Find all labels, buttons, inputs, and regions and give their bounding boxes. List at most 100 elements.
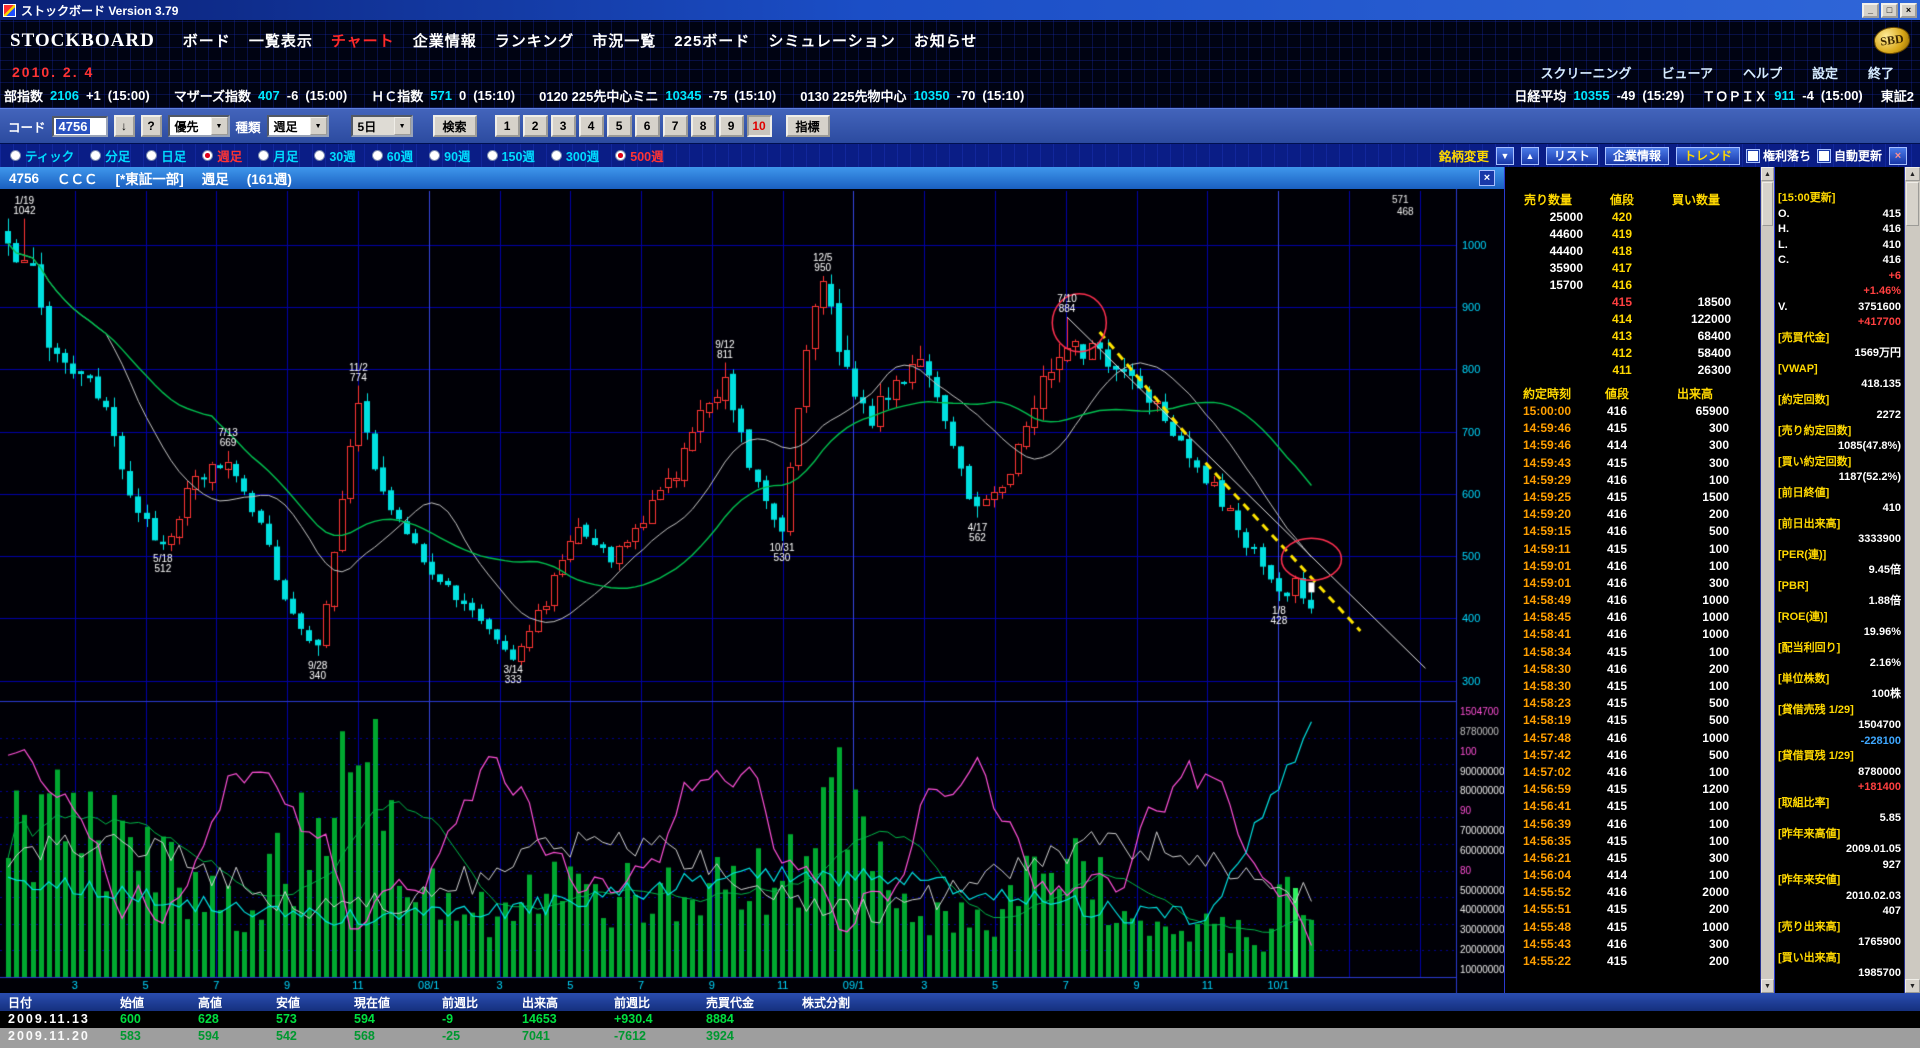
radio-option[interactable]: 60週	[372, 146, 413, 165]
tape-row[interactable]: 14:56:39416100	[1505, 816, 1760, 833]
radio-option[interactable]: 300週	[551, 146, 599, 165]
trend-button[interactable]: トレンド	[1676, 147, 1740, 165]
help-button[interactable]: ?	[141, 115, 162, 137]
tape-row[interactable]: 14:57:02416100	[1505, 764, 1760, 781]
radio-option[interactable]: 30週	[314, 146, 355, 165]
tape-row[interactable]: 14:55:524162000	[1505, 884, 1760, 901]
symbol-down-button[interactable]: ▼	[1496, 147, 1514, 165]
menu-item[interactable]: ランキング	[495, 30, 575, 51]
radio-option[interactable]: 500週	[615, 146, 663, 165]
book-row[interactable]: 41126300	[1505, 362, 1760, 379]
tape-row[interactable]: 14:56:21415300	[1505, 850, 1760, 867]
code-history-button[interactable]: ↓	[114, 115, 135, 137]
tape-row[interactable]: 14:59:46414300	[1505, 437, 1760, 454]
indicator-button[interactable]: 指標	[786, 115, 830, 137]
tape-row[interactable]: 14:59:46415300	[1505, 420, 1760, 437]
scroll-down-icon[interactable]: ▼	[1761, 979, 1774, 993]
code-input[interactable]: 4756	[52, 116, 108, 137]
list-button[interactable]: リスト	[1546, 147, 1598, 165]
tape-row[interactable]: 14:57:484161000	[1505, 730, 1760, 747]
chevron-down-icon[interactable]: ▼	[310, 117, 327, 135]
tape-row[interactable]: 14:55:51415200	[1505, 901, 1760, 918]
page-button-6[interactable]: 6	[635, 115, 660, 137]
menu-item[interactable]: 市況一覧	[592, 30, 656, 51]
radio-option[interactable]: 日足	[146, 146, 186, 165]
radio-option[interactable]: 150週	[487, 146, 535, 165]
book-row[interactable]: 44400418	[1505, 243, 1760, 260]
menu-link[interactable]: ビューア	[1661, 63, 1712, 82]
tape-row[interactable]: 14:55:484151000	[1505, 919, 1760, 936]
scroll-thumb[interactable]	[1762, 182, 1773, 226]
book-row[interactable]: 414122000	[1505, 311, 1760, 328]
search-button[interactable]: 検索	[433, 115, 477, 137]
chart-close-button[interactable]: ×	[1479, 170, 1495, 186]
symbol-up-button[interactable]: ▲	[1521, 147, 1539, 165]
close-button[interactable]: ×	[1900, 3, 1917, 18]
tape-row[interactable]: 14:59:01416300	[1505, 575, 1760, 592]
radio-option[interactable]: 90週	[429, 146, 470, 165]
tape-row[interactable]: 14:58:19415500	[1505, 712, 1760, 729]
menu-link[interactable]: ヘルプ	[1743, 63, 1782, 82]
page-button-9[interactable]: 9	[719, 115, 744, 137]
book-row[interactable]: 44600419	[1505, 226, 1760, 243]
rights-fall-checkbox[interactable]: 権利落ち	[1747, 147, 1811, 164]
radio-option[interactable]: 週足	[202, 146, 242, 165]
chevron-down-icon[interactable]: ▼	[394, 117, 411, 135]
page-button-10[interactable]: 10	[747, 115, 772, 137]
priority-select[interactable]: 優先 ▼	[168, 115, 230, 137]
day-select[interactable]: 5日 ▼	[351, 115, 413, 137]
tape-row[interactable]: 14:59:20416200	[1505, 506, 1760, 523]
table-row[interactable]: 2009.11.20583594542568-257041-76123924	[0, 1028, 1920, 1048]
scroll-up-icon[interactable]: ▲	[1761, 167, 1774, 181]
radio-option[interactable]: 分足	[90, 146, 130, 165]
tape-row[interactable]: 14:56:35415100	[1505, 833, 1760, 850]
menu-item[interactable]: チャート	[331, 30, 395, 51]
menu-item[interactable]: シミュレーション	[768, 30, 895, 51]
panel-close-button[interactable]: ×	[1889, 147, 1907, 165]
book-row[interactable]: 15700416	[1505, 277, 1760, 294]
minimize-button[interactable]: _	[1862, 3, 1879, 18]
page-button-1[interactable]: 1	[495, 115, 520, 137]
menu-link[interactable]: スクリーニング	[1540, 63, 1631, 82]
menu-link[interactable]: 終了	[1868, 63, 1894, 82]
radio-option[interactable]: ティック	[10, 146, 74, 165]
tape-row[interactable]: 14:57:42416500	[1505, 747, 1760, 764]
menu-item[interactable]: 一覧表示	[249, 30, 313, 51]
page-button-8[interactable]: 8	[691, 115, 716, 137]
menu-item[interactable]: ボード	[183, 30, 231, 51]
info-scrollbar[interactable]: ▲ ▼	[1904, 167, 1920, 993]
tape-row[interactable]: 14:55:22415200	[1505, 953, 1760, 970]
tape-row[interactable]: 14:56:594151200	[1505, 781, 1760, 798]
tape-row[interactable]: 14:58:494161000	[1505, 592, 1760, 609]
tape-row[interactable]: 14:56:41415100	[1505, 798, 1760, 815]
tape-row[interactable]: 14:59:11415100	[1505, 541, 1760, 558]
tape-row[interactable]: 14:59:254151500	[1505, 489, 1760, 506]
book-row[interactable]: 41518500	[1505, 294, 1760, 311]
menu-item[interactable]: お知らせ	[914, 30, 978, 51]
scroll-thumb[interactable]	[1906, 182, 1919, 226]
menu-item[interactable]: 225ボード	[674, 30, 750, 51]
book-row[interactable]: 35900417	[1505, 260, 1760, 277]
company-info-button[interactable]: 企業情報	[1605, 147, 1669, 165]
tape-scrollbar[interactable]: ▲ ▼	[1760, 167, 1774, 993]
scroll-down-icon[interactable]: ▼	[1905, 979, 1920, 993]
page-button-5[interactable]: 5	[607, 115, 632, 137]
maximize-button[interactable]: □	[1881, 3, 1898, 18]
tape-row[interactable]: 14:58:34415100	[1505, 644, 1760, 661]
tape-row[interactable]: 14:58:30416200	[1505, 661, 1760, 678]
tape-row[interactable]: 14:58:414161000	[1505, 626, 1760, 643]
menu-item[interactable]: 企業情報	[413, 30, 477, 51]
scroll-up-icon[interactable]: ▲	[1905, 167, 1920, 181]
tape-row[interactable]: 14:59:15416500	[1505, 523, 1760, 540]
book-row[interactable]: 25000420	[1505, 209, 1760, 226]
auto-update-checkbox[interactable]: 自動更新	[1818, 147, 1882, 164]
tape-row[interactable]: 14:56:04414100	[1505, 867, 1760, 884]
book-row[interactable]: 41258400	[1505, 345, 1760, 362]
period-select[interactable]: 週足 ▼	[267, 115, 329, 137]
radio-option[interactable]: 月足	[258, 146, 298, 165]
chevron-down-icon[interactable]: ▼	[211, 117, 228, 135]
price-chart-canvas[interactable]	[0, 189, 1504, 993]
tape-row[interactable]: 14:58:30415100	[1505, 678, 1760, 695]
page-button-4[interactable]: 4	[579, 115, 604, 137]
tape-row[interactable]: 14:58:454161000	[1505, 609, 1760, 626]
